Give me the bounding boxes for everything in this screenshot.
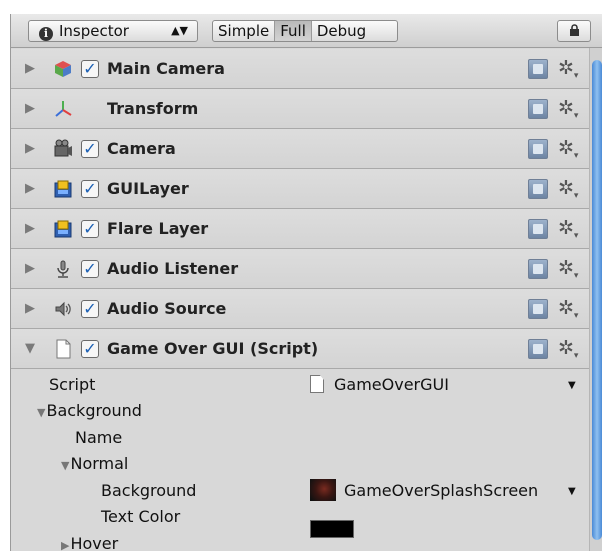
expand-triangle-icon[interactable]: ▶ bbox=[25, 101, 35, 116]
info-icon: i bbox=[39, 27, 53, 41]
component-row-flare-layer[interactable]: ▶ ✓ Flare Layer ✲▾ bbox=[11, 209, 589, 249]
gear-icon[interactable]: ✲▾ bbox=[558, 57, 578, 81]
property-foldout-hover[interactable]: ▶Hover bbox=[61, 534, 118, 551]
collapsed-triangle-icon: ▶ bbox=[61, 539, 70, 551]
enabled-checkbox[interactable]: ✓ bbox=[81, 340, 99, 358]
script-file-icon bbox=[56, 339, 71, 359]
property-foldout-background[interactable]: ▼Background bbox=[37, 401, 142, 420]
expand-triangle-icon[interactable]: ▶ bbox=[25, 141, 35, 156]
component-row-audio-listener[interactable]: ▶ ✓ Audio Listener ✲▾ bbox=[11, 249, 589, 289]
help-icon[interactable] bbox=[528, 219, 548, 239]
expanded-triangle-icon: ▼ bbox=[37, 406, 46, 419]
cube-icon bbox=[55, 61, 71, 77]
dropdown-arrow-icon[interactable]: ▼ bbox=[568, 486, 576, 497]
help-icon[interactable] bbox=[528, 179, 548, 199]
updown-arrows-icon: ▲▼ bbox=[171, 24, 188, 37]
component-row-camera[interactable]: ▶ ✓ Camera ✲▾ bbox=[11, 129, 589, 169]
help-icon[interactable] bbox=[528, 339, 548, 359]
component-label: Transform bbox=[107, 99, 199, 118]
expanded-triangle-icon: ▼ bbox=[61, 459, 70, 472]
enabled-checkbox[interactable]: ✓ bbox=[81, 220, 99, 238]
gear-icon[interactable]: ✲▾ bbox=[558, 177, 578, 201]
expand-triangle-icon[interactable]: ▶ bbox=[25, 221, 35, 236]
texture-thumbnail bbox=[310, 479, 336, 501]
component-label: Flare Layer bbox=[107, 219, 209, 238]
gear-icon[interactable]: ✲▾ bbox=[558, 217, 578, 241]
guilayer-icon bbox=[54, 180, 72, 198]
help-icon[interactable] bbox=[528, 299, 548, 319]
script-field[interactable]: GameOverGUI bbox=[310, 375, 449, 394]
mode-simple[interactable]: Simple bbox=[213, 21, 276, 41]
property-foldout-normal[interactable]: ▼Normal bbox=[61, 454, 128, 473]
property-label-text-color: Text Color bbox=[101, 507, 181, 526]
texture-value: GameOverSplashScreen bbox=[344, 481, 539, 500]
component-row-game-over-gui-script[interactable]: ▼ ✓ Game Over GUI (Script) ✲▾ bbox=[11, 329, 589, 369]
help-icon[interactable] bbox=[528, 139, 548, 159]
transform-axes-icon bbox=[55, 101, 72, 117]
gear-icon[interactable]: ✲▾ bbox=[558, 137, 578, 161]
mode-switcher: Simple Full Debug bbox=[212, 20, 398, 42]
expand-triangle-icon[interactable]: ▶ bbox=[25, 61, 35, 76]
audio-listener-icon bbox=[57, 260, 69, 278]
text-color-swatch[interactable] bbox=[310, 520, 354, 538]
mode-debug[interactable]: Debug bbox=[312, 21, 371, 41]
dropdown-arrow-icon[interactable]: ▼ bbox=[568, 380, 576, 391]
expand-triangle-icon[interactable]: ▶ bbox=[25, 301, 35, 316]
component-row-guilayer[interactable]: ▶ ✓ GUILayer ✲▾ bbox=[11, 169, 589, 209]
component-row-audio-source[interactable]: ▶ ✓ Audio Source ✲▾ bbox=[11, 289, 589, 329]
component-label: GUILayer bbox=[107, 179, 189, 198]
component-label: Audio Source bbox=[107, 299, 227, 318]
help-icon[interactable] bbox=[528, 259, 548, 279]
enabled-checkbox[interactable]: ✓ bbox=[81, 300, 99, 318]
gear-icon[interactable]: ✲▾ bbox=[558, 97, 578, 121]
vertical-scrollbar[interactable] bbox=[589, 48, 602, 551]
component-row-main-camera[interactable]: ▶ ✓ Main Camera ✲▾ bbox=[11, 49, 589, 89]
script-properties: Script GameOverGUI ▼ ▼Background Name ▼N… bbox=[11, 368, 589, 551]
flarelayer-icon bbox=[54, 220, 72, 238]
enabled-checkbox[interactable]: ✓ bbox=[81, 180, 99, 198]
component-row-transform[interactable]: ▶ Transform ✲▾ bbox=[11, 89, 589, 129]
mode-full[interactable]: Full bbox=[275, 21, 312, 41]
scrollbar-thumb[interactable] bbox=[592, 60, 602, 540]
gear-icon[interactable]: ✲▾ bbox=[558, 297, 578, 321]
property-label-name: Name bbox=[75, 428, 123, 447]
inspector-toolbar: i Inspector ▲▼ Simple Full Debug bbox=[11, 14, 602, 48]
speaker-icon bbox=[55, 301, 71, 317]
expand-triangle-icon[interactable]: ▶ bbox=[25, 181, 35, 196]
gear-icon[interactable]: ✲▾ bbox=[558, 257, 578, 281]
property-label-script: Script bbox=[49, 375, 96, 394]
script-file-icon bbox=[310, 375, 324, 393]
help-icon[interactable] bbox=[528, 99, 548, 119]
help-icon[interactable] bbox=[528, 59, 548, 79]
lock-icon bbox=[569, 24, 579, 36]
component-label: Main Camera bbox=[107, 59, 225, 78]
component-label: Camera bbox=[107, 139, 176, 158]
collapse-triangle-icon[interactable]: ▼ bbox=[25, 341, 35, 356]
enabled-checkbox[interactable]: ✓ bbox=[81, 60, 99, 78]
texture-field[interactable]: GameOverSplashScreen bbox=[310, 479, 538, 501]
component-label: Audio Listener bbox=[107, 259, 239, 278]
gear-icon[interactable]: ✲▾ bbox=[558, 337, 578, 361]
inspector-window: i Inspector ▲▼ Simple Full Debug ▶ ✓ Main… bbox=[10, 14, 602, 551]
expand-triangle-icon[interactable]: ▶ bbox=[25, 261, 35, 276]
component-label: Game Over GUI (Script) bbox=[107, 339, 319, 358]
enabled-checkbox[interactable]: ✓ bbox=[81, 140, 99, 158]
inspector-label: Inspector bbox=[59, 22, 129, 40]
lock-button[interactable] bbox=[557, 20, 591, 42]
script-value: GameOverGUI bbox=[334, 375, 449, 394]
camera-icon bbox=[54, 139, 72, 157]
property-label-normal-background: Background bbox=[101, 481, 197, 500]
inspector-dropdown[interactable]: i Inspector ▲▼ bbox=[28, 20, 198, 42]
enabled-checkbox[interactable]: ✓ bbox=[81, 260, 99, 278]
